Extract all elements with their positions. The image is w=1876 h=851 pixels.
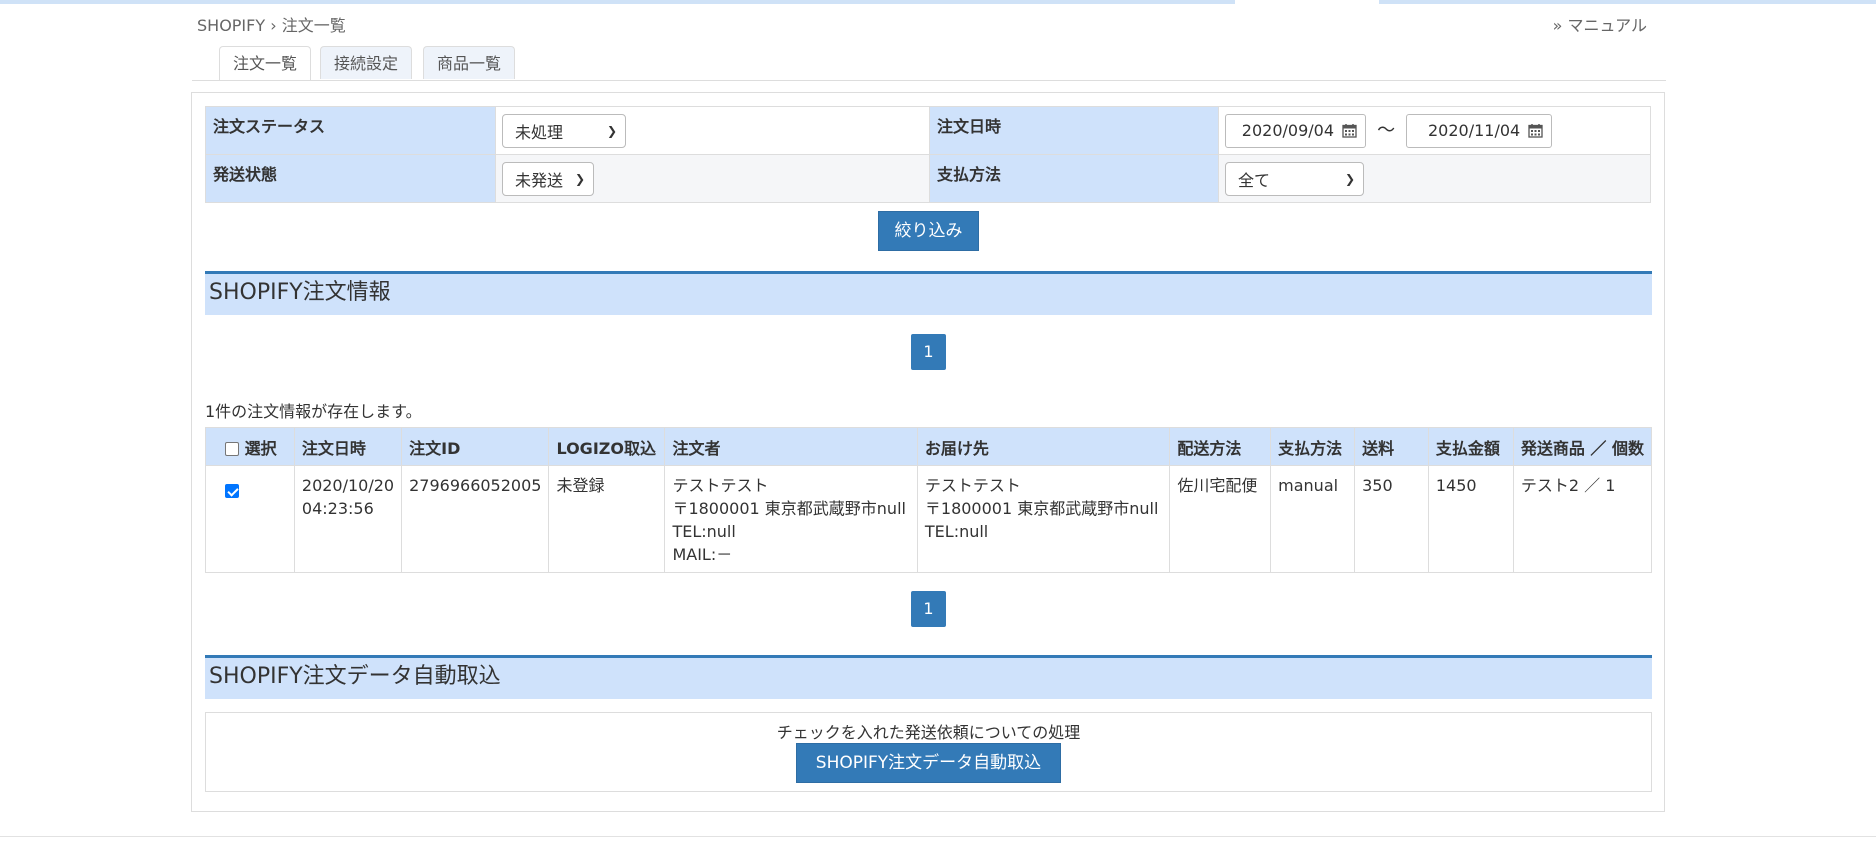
manual-link[interactable]: » マニュアル	[1553, 12, 1647, 36]
row-order-date: 2020/10/20 04:23:56	[293, 465, 403, 573]
column-total: 支払金額	[1427, 427, 1514, 466]
auto-import-button[interactable]: SHOPIFY注文データ自動取込	[796, 743, 1061, 783]
order-date-label: 注文日時	[929, 106, 1219, 155]
tab-product-list[interactable]: 商品一覧	[423, 46, 516, 79]
auto-import-section-title: SHOPIFY注文データ自動取込	[205, 655, 1652, 699]
orderer-address: 〒1800001 東京都武蔵野市null	[672, 499, 906, 518]
breadcrumb-root-link[interactable]: SHOPIFY	[197, 16, 265, 35]
order-status-select[interactable]: 未処理 ❯	[502, 113, 626, 148]
chevron-down-icon: ❯	[1344, 171, 1355, 186]
orders-section-title: SHOPIFY注文情報	[205, 271, 1652, 315]
column-select-label: 選択	[244, 438, 277, 458]
row-order-date-day: 2020/10/20	[301, 476, 395, 495]
shipping-status-select[interactable]: 未発送 ❯	[502, 161, 594, 196]
recipient-name: テストテスト	[924, 476, 1021, 495]
date-to-input[interactable]: 2020/11/04	[1406, 113, 1553, 148]
column-shipping-fee: 送料	[1354, 427, 1429, 466]
column-order-date: 注文日時	[293, 427, 403, 466]
tab-bar: 注文一覧 接続設定 商品一覧	[192, 46, 1666, 81]
column-delivery-method: 配送方法	[1169, 427, 1272, 466]
payment-method-select[interactable]: 全て ❯	[1225, 161, 1364, 196]
filter-submit-button[interactable]: 絞り込み	[878, 211, 979, 251]
row-shipping-fee: 350	[1354, 465, 1429, 573]
pagination-page-bottom[interactable]: 1	[911, 591, 946, 627]
date-from-value: 2020/09/04	[1241, 121, 1334, 140]
row-total: 1450	[1427, 465, 1514, 573]
column-items: 発送商品 ／ 個数	[1512, 427, 1653, 466]
calendar-icon[interactable]	[1342, 123, 1357, 138]
shipping-status-value: 未発送	[515, 170, 564, 190]
footer-divider	[0, 836, 1876, 837]
row-select-checkbox[interactable]	[225, 483, 239, 498]
orders-table: 選択 注文日時 注文ID LOGIZO取込 注文者 お届け先 配送方法 支払方法…	[205, 427, 1653, 573]
auto-import-description: チェックを入れた発送依頼についての処理	[776, 723, 1081, 742]
row-recipient: テストテスト 〒1800001 東京都武蔵野市null TEL:null	[916, 465, 1171, 573]
payment-method-label: 支払方法	[929, 154, 1219, 203]
top-accent-bar	[0, 0, 1876, 4]
column-recipient: お届け先	[916, 427, 1171, 466]
chevron-down-icon: ❯	[606, 123, 617, 138]
row-order-date-time: 04:23:56	[301, 499, 374, 518]
breadcrumb: SHOPIFY › 注文一覧	[197, 12, 346, 36]
row-logizo-status: 未登録	[548, 465, 666, 573]
calendar-icon[interactable]	[1528, 123, 1543, 138]
filter-table: 注文ステータス 未処理 ❯ 注文日時 2020/09/04 〜 2020/11/…	[205, 106, 1651, 203]
chevron-down-icon: ❯	[574, 171, 585, 186]
select-all-checkbox[interactable]	[225, 442, 239, 456]
breadcrumb-separator: ›	[270, 16, 277, 35]
table-header-row: 選択 注文日時 注文ID LOGIZO取込 注文者 お届け先 配送方法 支払方法…	[205, 427, 1653, 466]
recipient-address: 〒1800001 東京都武蔵野市null	[924, 499, 1159, 518]
recipient-tel: TEL:null	[924, 522, 989, 541]
column-logizo-import: LOGIZO取込	[548, 427, 666, 466]
shipping-status-label: 発送状態	[205, 154, 496, 203]
order-count-text: 1件の注文情報が存在します。	[205, 402, 422, 421]
row-orderer: テストテスト 〒1800001 東京都武蔵野市null TEL:null MAI…	[664, 465, 918, 573]
column-orderer: 注文者	[664, 427, 918, 466]
column-payment-method: 支払方法	[1270, 427, 1356, 466]
orderer-name: テストテスト	[672, 476, 769, 495]
payment-method-value: 全て	[1238, 170, 1271, 190]
column-select: 選択	[205, 427, 295, 466]
tab-connection-settings[interactable]: 接続設定	[320, 46, 413, 79]
row-delivery-method: 佐川宅配便	[1169, 465, 1272, 573]
pagination-page-top[interactable]: 1	[911, 334, 946, 370]
orderer-tel: TEL:null	[672, 522, 736, 541]
breadcrumb-current: 注文一覧	[281, 16, 346, 35]
row-items: テスト2 ／ 1	[1512, 465, 1653, 573]
orderer-mail: MAIL:－	[672, 545, 733, 564]
row-select-cell	[205, 465, 295, 573]
row-payment-method: manual	[1270, 465, 1356, 573]
date-to-value: 2020/11/04	[1427, 121, 1521, 140]
order-status-label: 注文ステータス	[205, 106, 496, 155]
date-range-separator: 〜	[1377, 120, 1396, 141]
table-row: 2020/10/20 04:23:56 2796966052005 未登録 テス…	[205, 465, 1653, 573]
date-from-input[interactable]: 2020/09/04	[1225, 113, 1366, 148]
column-order-id: 注文ID	[401, 427, 550, 466]
tab-order-list[interactable]: 注文一覧	[219, 46, 312, 80]
order-status-value: 未処理	[515, 122, 564, 142]
row-order-id: 2796966052005	[401, 465, 550, 573]
